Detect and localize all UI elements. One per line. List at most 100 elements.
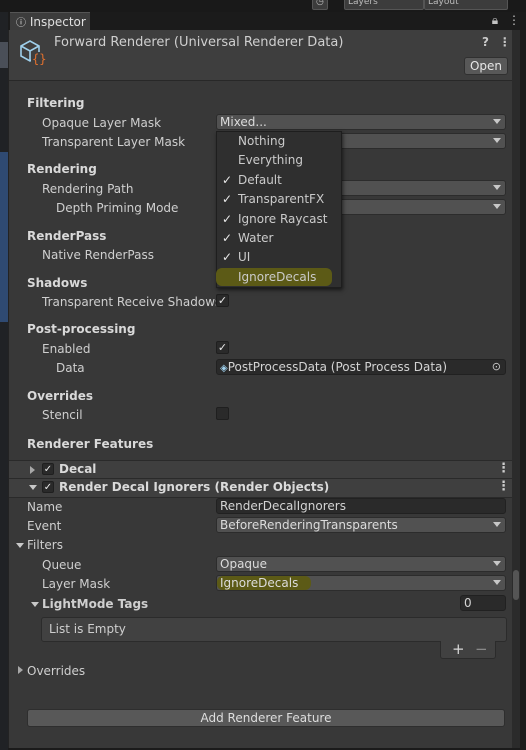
lightmode-list: List is Empty <box>41 617 507 642</box>
queue-value: Opaque <box>220 557 268 571</box>
lock-icon[interactable]: 🔒︎ <box>492 13 498 27</box>
lightmode-foldout-icon[interactable] <box>31 602 39 607</box>
layer-mask-popup: Nothing Everything ✓ Default ✓ Transparent… <box>216 131 342 288</box>
help-icon[interactable]: ? <box>482 35 489 49</box>
chevron-down-icon <box>493 561 501 566</box>
check-icon: ✓ <box>222 250 233 264</box>
menu-item-ui[interactable]: ✓ UI <box>217 248 339 267</box>
history-icon[interactable]: ◷ <box>312 0 328 10</box>
open-button[interactable]: Open <box>464 57 508 75</box>
post-enabled-checkbox[interactable]: ✓ <box>216 341 229 354</box>
layers-dropdown[interactable]: Layers <box>344 0 424 10</box>
menu-item-label: IgnoreDecals <box>238 270 317 284</box>
check-icon: ✓ <box>222 231 233 245</box>
post-data-label: Data <box>56 361 85 375</box>
remove-element-button[interactable]: − <box>475 641 488 657</box>
decal-enabled-checkbox[interactable]: ✓ <box>42 463 54 475</box>
post-process-data-field[interactable]: ◈PostProcessData (Post Process Data) ⊙ <box>216 359 506 375</box>
native-renderpass-label: Native RenderPass <box>42 248 154 262</box>
foldout-right-icon[interactable] <box>30 466 35 474</box>
stencil-checkbox[interactable] <box>216 407 229 420</box>
layer-mask-value: IgnoreDecals <box>220 576 299 590</box>
opaque-layer-mask-label: Opaque Layer Mask <box>42 116 162 130</box>
section-post-processing: Post-processing <box>27 322 136 336</box>
list-add-remove: + − <box>440 641 496 659</box>
menu-item-label: Everything <box>238 153 303 167</box>
menu-item-label: UI <box>238 250 251 264</box>
decal-label: Decal <box>59 462 97 476</box>
tab-inspector[interactable]: ⓘ Inspector <box>10 12 90 30</box>
filters-foldout-icon[interactable] <box>16 543 24 548</box>
filters-label: Filters <box>27 538 63 552</box>
transparent-receive-shadows-label: Transparent Receive Shadows <box>42 295 222 309</box>
section-shadows: Shadows <box>27 276 88 290</box>
check-icon: ✓ <box>222 192 233 206</box>
menu-item-label: TransparentFX <box>238 192 325 206</box>
section-filtering: Filtering <box>27 96 85 110</box>
queue-label: Queue <box>42 558 82 572</box>
add-element-button[interactable]: + <box>452 641 465 657</box>
queue-dropdown[interactable]: Opaque <box>216 556 506 572</box>
event-value: BeforeRenderingTransparents <box>220 518 398 532</box>
render-objects-enabled-checkbox[interactable]: ✓ <box>42 481 54 493</box>
check-icon: ✓ <box>222 173 233 187</box>
menu-item-default[interactable]: ✓ Default <box>217 171 339 190</box>
opaque-layer-mask-dropdown[interactable]: Mixed... <box>216 114 506 130</box>
feature-render-objects-row[interactable]: ✓ Render Decal Ignorers (Render Objects)… <box>9 478 512 498</box>
lightmode-count-input[interactable]: 0 <box>460 595 506 611</box>
object-picker-icon[interactable]: ⊙ <box>492 360 501 374</box>
menu-item-everything[interactable]: Everything <box>217 151 339 170</box>
scene-thumbnail <box>0 42 8 68</box>
stencil-label: Stencil <box>42 408 83 422</box>
info-icon: ⓘ <box>16 18 26 29</box>
asset-icon: ◈ <box>220 363 228 374</box>
tab-menu-icon[interactable]: ⋮ <box>508 13 520 27</box>
event-dropdown[interactable]: BeforeRenderingTransparents <box>216 517 506 533</box>
scene-view-sliver <box>0 152 8 322</box>
chevron-down-icon <box>493 204 501 209</box>
scrollbar-thumb[interactable] <box>513 570 519 600</box>
chevron-down-icon <box>493 185 501 190</box>
layer-mask-dropdown[interactable]: IgnoreDecals <box>216 575 506 591</box>
left-editor-edge <box>0 12 8 750</box>
list-empty-text: List is Empty <box>49 622 126 636</box>
post-enabled-label: Enabled <box>42 342 91 356</box>
check-icon: ✓ <box>222 212 233 226</box>
layout-dropdown[interactable]: Layout <box>424 0 508 10</box>
feature-name-input[interactable]: RenderDecalIgnorers <box>216 498 506 514</box>
feature-name-label: Name <box>27 500 63 514</box>
header-icons: ? ⋮ <box>482 35 511 49</box>
feature-decal-row[interactable]: ✓ Decal ⋮ <box>9 460 512 480</box>
chevron-down-icon <box>493 522 501 527</box>
layer-mask-label: Layer Mask <box>42 577 111 591</box>
chevron-down-icon <box>493 119 501 124</box>
header-menu-icon[interactable]: ⋮ <box>499 35 511 49</box>
section-renderer-features: Renderer Features <box>27 437 154 451</box>
feature-overrides-label: Overrides <box>27 664 86 678</box>
lightmode-tags-label: LightMode Tags <box>42 597 149 611</box>
menu-item-nothing[interactable]: Nothing <box>217 132 339 151</box>
menu-item-label: Nothing <box>238 134 286 148</box>
rendering-path-label: Rendering Path <box>42 182 134 196</box>
overrides-foldout-icon[interactable] <box>18 666 23 674</box>
scrollbar[interactable] <box>512 30 520 748</box>
menu-item-ignore-raycast[interactable]: ✓ Ignore Raycast <box>217 210 339 229</box>
section-renderpass: RenderPass <box>27 229 107 243</box>
foldout-down-icon[interactable] <box>29 485 37 490</box>
menu-item-label: Default <box>238 173 282 187</box>
add-renderer-feature-button[interactable]: Add Renderer Feature <box>27 709 505 727</box>
menu-item-water[interactable]: ✓ Water <box>217 229 339 248</box>
depth-priming-label: Depth Priming Mode <box>56 201 179 215</box>
top-toolbar-strip: ◷ Layers Layout <box>0 0 526 12</box>
asset-title: Forward Renderer (Universal Renderer Dat… <box>54 35 344 50</box>
render-objects-menu-icon[interactable]: ⋮ <box>497 479 510 494</box>
chevron-down-icon <box>493 138 501 143</box>
menu-item-transparentfx[interactable]: ✓ TransparentFX <box>217 190 339 209</box>
chevron-down-icon <box>493 580 501 585</box>
render-objects-label: Render Decal Ignorers (Render Objects) <box>59 480 330 494</box>
post-process-data-value: PostProcessData (Post Process Data) <box>227 360 448 374</box>
transparent-receive-shadows-checkbox[interactable]: ✓ <box>216 294 229 307</box>
decal-menu-icon[interactable]: ⋮ <box>497 461 510 476</box>
renderer-data-asset-icon: {} <box>20 40 46 66</box>
menu-item-ignoredecals[interactable]: IgnoreDecals <box>217 268 339 287</box>
